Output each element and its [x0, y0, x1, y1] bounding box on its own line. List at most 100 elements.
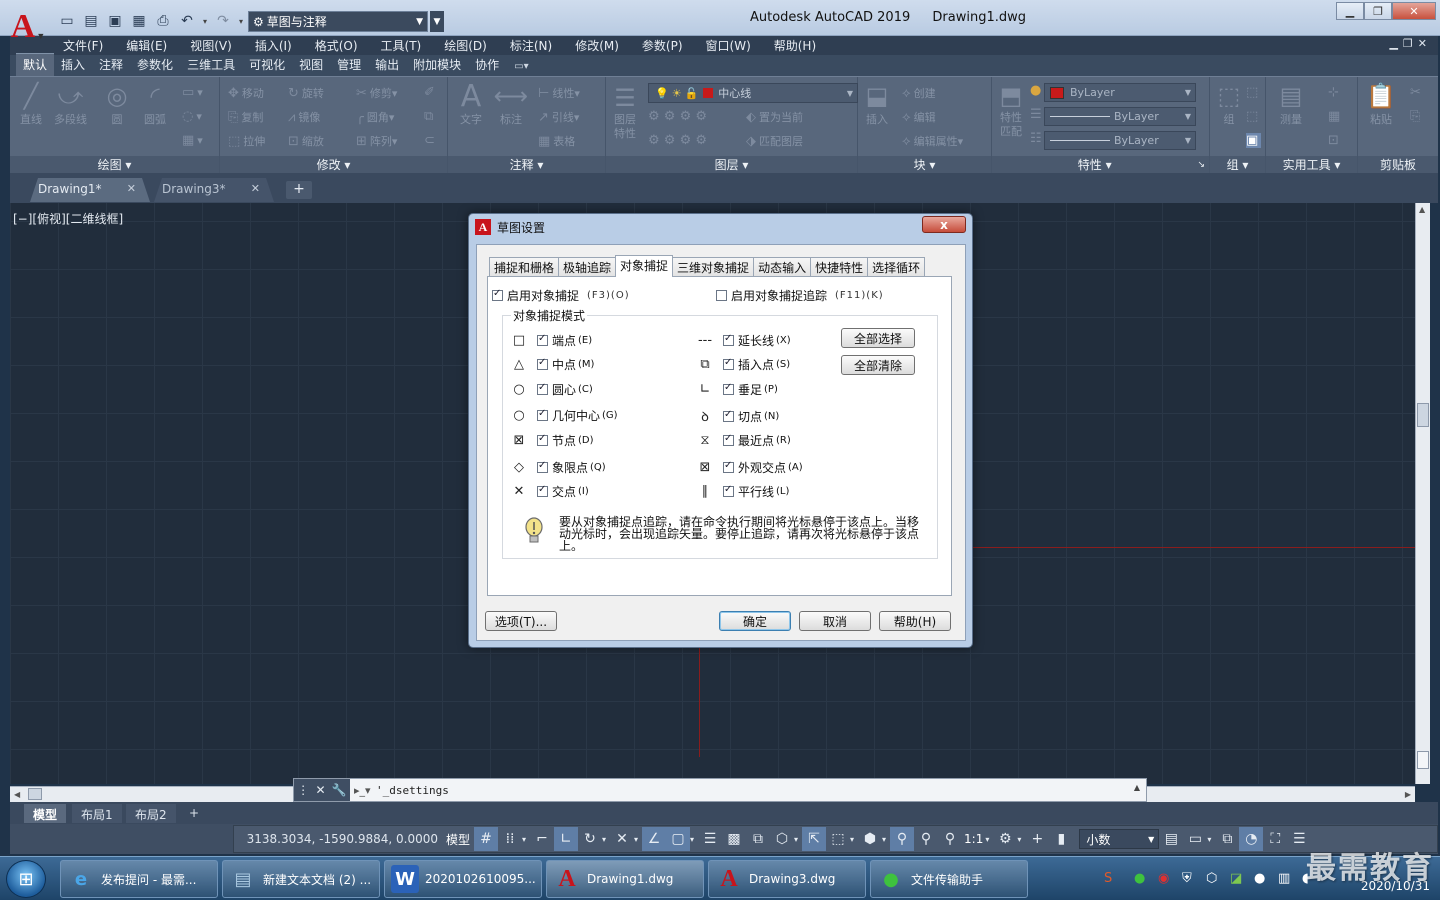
line-button[interactable]: ╱ 直线	[16, 81, 46, 127]
command-prompt-icon[interactable]: ▸_▾	[354, 784, 372, 797]
new-file-icon[interactable]: ▭	[56, 11, 78, 31]
isodraft-icon[interactable]: ✕	[610, 827, 634, 851]
utilities-panel-title[interactable]: 实用工具 ▾	[1266, 156, 1357, 174]
chevron-down-icon[interactable]: ▾	[1207, 835, 1215, 844]
ribbon-toggle-icon[interactable]: ▭▾	[514, 61, 528, 76]
grid-icon[interactable]: #	[474, 827, 499, 851]
menu-help[interactable]: 帮助(H)	[774, 37, 816, 54]
file-tab-drawing3[interactable]: Drawing3* ✕	[154, 178, 274, 202]
annotation-scale-value[interactable]: 1:1	[964, 832, 983, 846]
menu-file[interactable]: 文件(F)	[63, 37, 103, 54]
lineweight-icon[interactable]: ☰	[1030, 107, 1045, 122]
copy-button[interactable]: ⎘ 复制	[228, 109, 263, 125]
quick-select-icon[interactable]: ⊹	[1328, 85, 1342, 100]
calculator-icon[interactable]: ▦	[1328, 109, 1343, 124]
lineweight-select[interactable]: ByLayer ▼	[1044, 107, 1196, 126]
chevron-down-icon[interactable]: ▾	[850, 835, 858, 844]
command-line[interactable]: ⋮ ✕ 🔧 ▸_▾ '_dsettings ▲	[293, 778, 1147, 802]
snap-mode-left-0[interactable]: □ 端点(E)	[509, 332, 592, 349]
units-icon[interactable]: ▮	[1049, 827, 1073, 851]
chevron-down-icon[interactable]: ▾	[602, 835, 610, 844]
add-layout-button[interactable]: +	[180, 804, 208, 823]
snap-checkbox[interactable]	[723, 382, 734, 395]
close-tab-icon[interactable]: ✕	[127, 178, 136, 200]
close-tab-icon[interactable]: ✕	[251, 178, 260, 200]
menu-modify[interactable]: 修改(M)	[575, 37, 619, 54]
tab-insert[interactable]: 插入	[54, 54, 92, 76]
task-word[interactable]: W 2020102610095...	[384, 860, 542, 898]
snap-mode-right-0[interactable]: --- 延长线(X)	[695, 332, 791, 349]
cut-icon[interactable]: ✂	[1410, 85, 1424, 100]
chevron-down-icon[interactable]: ▾	[882, 835, 890, 844]
scroll-up-icon[interactable]: ▲	[1419, 205, 1425, 214]
match-properties-button[interactable]: ⬒ 特性匹配	[996, 81, 1026, 139]
document-window-controls[interactable]: ▁❐✕	[1389, 37, 1432, 50]
menu-window[interactable]: 窗口(W)	[706, 37, 751, 54]
tab-object-snap[interactable]: 对象捕捉	[615, 255, 674, 277]
layers-panel-title[interactable]: 图层 ▾	[606, 156, 857, 174]
edit-attributes-button[interactable]: ⟡ 编辑属性 ▾	[902, 133, 963, 149]
lock-ui-icon[interactable]: ▭	[1183, 827, 1207, 851]
snap-checkbox[interactable]	[537, 460, 548, 473]
snap-checkbox[interactable]	[723, 357, 734, 370]
modify-panel-title[interactable]: 修改 ▾	[220, 156, 447, 174]
tab-view[interactable]: 视图	[292, 54, 330, 76]
menu-view[interactable]: 视图(V)	[190, 37, 232, 54]
task-drawing1[interactable]: A Drawing1.dwg	[546, 860, 704, 898]
snap-mode-right-1[interactable]: ⧉ 插入点(S)	[695, 356, 790, 373]
linetype-select[interactable]: ByLayer ▼	[1044, 131, 1196, 150]
snap-checkbox[interactable]	[723, 460, 734, 473]
tab-addins[interactable]: 附加模块	[406, 54, 468, 76]
ortho-icon[interactable]: ∟	[554, 827, 579, 851]
vertical-scrollbar[interactable]: ▲	[1415, 203, 1430, 784]
enable-tracking-checkbox[interactable]: 启用对象捕捉追踪 (F11)(K)	[716, 287, 884, 304]
tab-layout1[interactable]: 布局1	[72, 804, 122, 823]
chevron-down-icon[interactable]: ▾	[634, 835, 642, 844]
scroll-down-area[interactable]	[1417, 751, 1429, 769]
network-icon[interactable]: ▥	[1278, 871, 1290, 886]
snap-mode-right-5[interactable]: ⊠ 外观交点(A)	[695, 459, 803, 476]
linear-button[interactable]: ⊢ 线性 ▾	[538, 85, 580, 101]
viewport-controls[interactable]: [−][俯视][二维线框]	[13, 210, 123, 227]
customize-qat-icon[interactable]: ▼	[430, 11, 444, 32]
text-button[interactable]: A 文字	[456, 79, 486, 127]
selection-filter-icon[interactable]: ⬚	[826, 827, 850, 851]
annotation-visibility-icon[interactable]: ⚲	[890, 827, 915, 851]
layer-tools-row1[interactable]: ⚙ ⚙ ⚙ ⚙	[648, 109, 710, 124]
model-space-button[interactable]: 模型	[446, 831, 470, 848]
fillet-button[interactable]: ╭ 圆角 ▾	[356, 109, 394, 125]
copy-clip-icon[interactable]: ⎘	[1410, 109, 1423, 124]
tab-model[interactable]: 模型	[24, 804, 67, 823]
osnap-icon[interactable]: ▢	[666, 827, 691, 851]
isolate-objects-icon[interactable]: ⧉	[1215, 827, 1239, 851]
security-icon[interactable]: ⛨	[1182, 871, 1192, 886]
annotation-panel-title[interactable]: 注释 ▾	[448, 156, 605, 174]
arc-button[interactable]: ◜ 圆弧	[140, 81, 170, 127]
snap-mode-right-6[interactable]: ∥ 平行线(L)	[695, 483, 790, 500]
osnap-tracking-icon[interactable]: ∠	[642, 827, 667, 851]
menu-insert[interactable]: 插入(I)	[255, 37, 292, 54]
save-as-icon[interactable]: ▦	[128, 11, 150, 31]
tab-quick-properties[interactable]: 快捷特性	[810, 257, 869, 276]
insert-block-button[interactable]: ⬓ 插入	[862, 81, 892, 127]
tab-polar-tracking[interactable]: 极轴追踪	[558, 257, 617, 276]
weibo-icon[interactable]: ◉	[1158, 871, 1169, 886]
tab-dynamic-input[interactable]: 动态输入	[753, 257, 812, 276]
rectangle-icon[interactable]: ▭ ▾	[182, 85, 203, 100]
snap-mode-right-2[interactable]: ∟ 垂足(P)	[695, 381, 778, 398]
task-wechat[interactable]: ● 文件传输助手	[870, 860, 1028, 898]
polar-icon[interactable]: ↻	[578, 827, 602, 851]
chevron-down-icon[interactable]: ▾	[794, 835, 802, 844]
undo-icon[interactable]: ↶	[176, 11, 198, 31]
dimension-button[interactable]: ⟷ 标注	[494, 81, 528, 127]
snap-icon[interactable]: ⁞⁞	[498, 827, 522, 851]
polyline-button[interactable]: ⤻ 多段线	[54, 81, 87, 127]
units-select[interactable]: 小数 ▼	[1079, 829, 1160, 849]
selection-cycling-icon[interactable]: ⧉	[746, 827, 770, 851]
groups-panel-title[interactable]: 组 ▾	[1210, 156, 1265, 174]
redo-icon[interactable]: ↷	[212, 11, 234, 31]
close-icon[interactable]: ✕	[1392, 2, 1436, 20]
gizmo-icon[interactable]: ⬢	[858, 827, 882, 851]
box-icon[interactable]: ⬡	[1206, 871, 1217, 886]
leader-button[interactable]: ↗ 引线 ▾	[538, 109, 579, 125]
